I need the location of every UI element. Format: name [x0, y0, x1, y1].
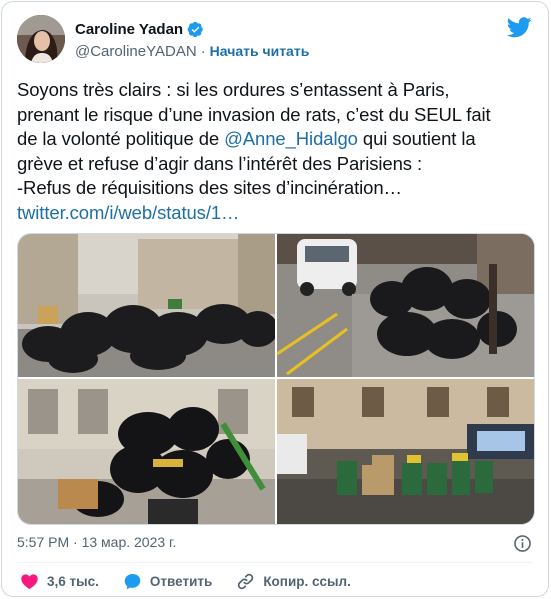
follow-button[interactable]: Начать читать	[210, 43, 310, 60]
tweet-line: twitter.com/i/web/status/1…	[17, 201, 537, 226]
tweet-line: de la volonté politique de @Anne_Hidalgo…	[17, 127, 537, 152]
reply-button[interactable]: Ответить	[123, 572, 212, 591]
like-count: 3,6 тыс.	[47, 574, 99, 589]
tweet-text: Soyons très clairs : si les ordures s’en…	[17, 78, 537, 225]
link-icon	[236, 572, 255, 591]
tweet-embed-card: Caroline Yadan @CarolineYADAN · Начать ч…	[1, 1, 549, 597]
author-handle[interactable]: @CarolineYADAN	[75, 43, 197, 60]
heart-icon	[20, 572, 39, 591]
tweet-header: Caroline Yadan @CarolineYADAN · Начать ч…	[17, 15, 532, 67]
tweet-line: grève et refuse d’agir dans l’intérêt de…	[17, 152, 422, 174]
tweet-line: Soyons très clairs : si les ordures s’en…	[17, 79, 450, 100]
copy-link-label: Копир. ссыл.	[263, 574, 351, 589]
media-grid	[17, 233, 535, 525]
like-button[interactable]: 3,6 тыс.	[20, 572, 99, 591]
info-icon[interactable]	[513, 534, 532, 553]
tweet-line: -Refus de réquisitions des sites d’incin…	[17, 177, 402, 198]
divider	[17, 562, 532, 563]
tweet-line-text: de la volonté politique de	[17, 128, 225, 149]
twitter-bird-icon[interactable]	[506, 17, 532, 38]
reply-label: Ответить	[149, 574, 213, 589]
author-name-line: Caroline Yadan	[75, 21, 204, 38]
mention-link[interactable]: @Anne_Hidalgo	[224, 128, 358, 149]
photo-overflowing-bins[interactable]	[18, 379, 275, 524]
timestamp-link[interactable]: 5:57 PM · 13 мар. 2023 г.	[17, 534, 176, 550]
separator-dot: ·	[200, 43, 206, 60]
copy-link-button[interactable]: Копир. ссыл.	[236, 572, 351, 591]
action-bar: 3,6 тыс. Ответить Копир. ссыл.	[20, 572, 375, 591]
author-name[interactable]: Caroline Yadan	[75, 21, 183, 38]
avatar-image	[17, 15, 65, 63]
tweet-line-text: qui soutient la	[357, 128, 476, 149]
photo-dusk-street-bins[interactable]	[277, 379, 534, 524]
tweet-meta: 5:57 PM · 13 мар. 2023 г.	[17, 534, 532, 554]
tweet-url-link[interactable]: twitter.com/i/web/status/1…	[17, 202, 240, 223]
photo-street-garbage[interactable]	[18, 234, 275, 377]
avatar[interactable]	[17, 15, 65, 63]
author-handle-line: @CarolineYADAN · Начать читать	[75, 43, 309, 60]
verified-badge-icon	[187, 21, 204, 38]
reply-bubble-icon	[123, 572, 142, 591]
tweet-line: prenant le risque d’une invasion de rats…	[17, 103, 491, 125]
photo-car-garbage[interactable]	[277, 234, 534, 377]
